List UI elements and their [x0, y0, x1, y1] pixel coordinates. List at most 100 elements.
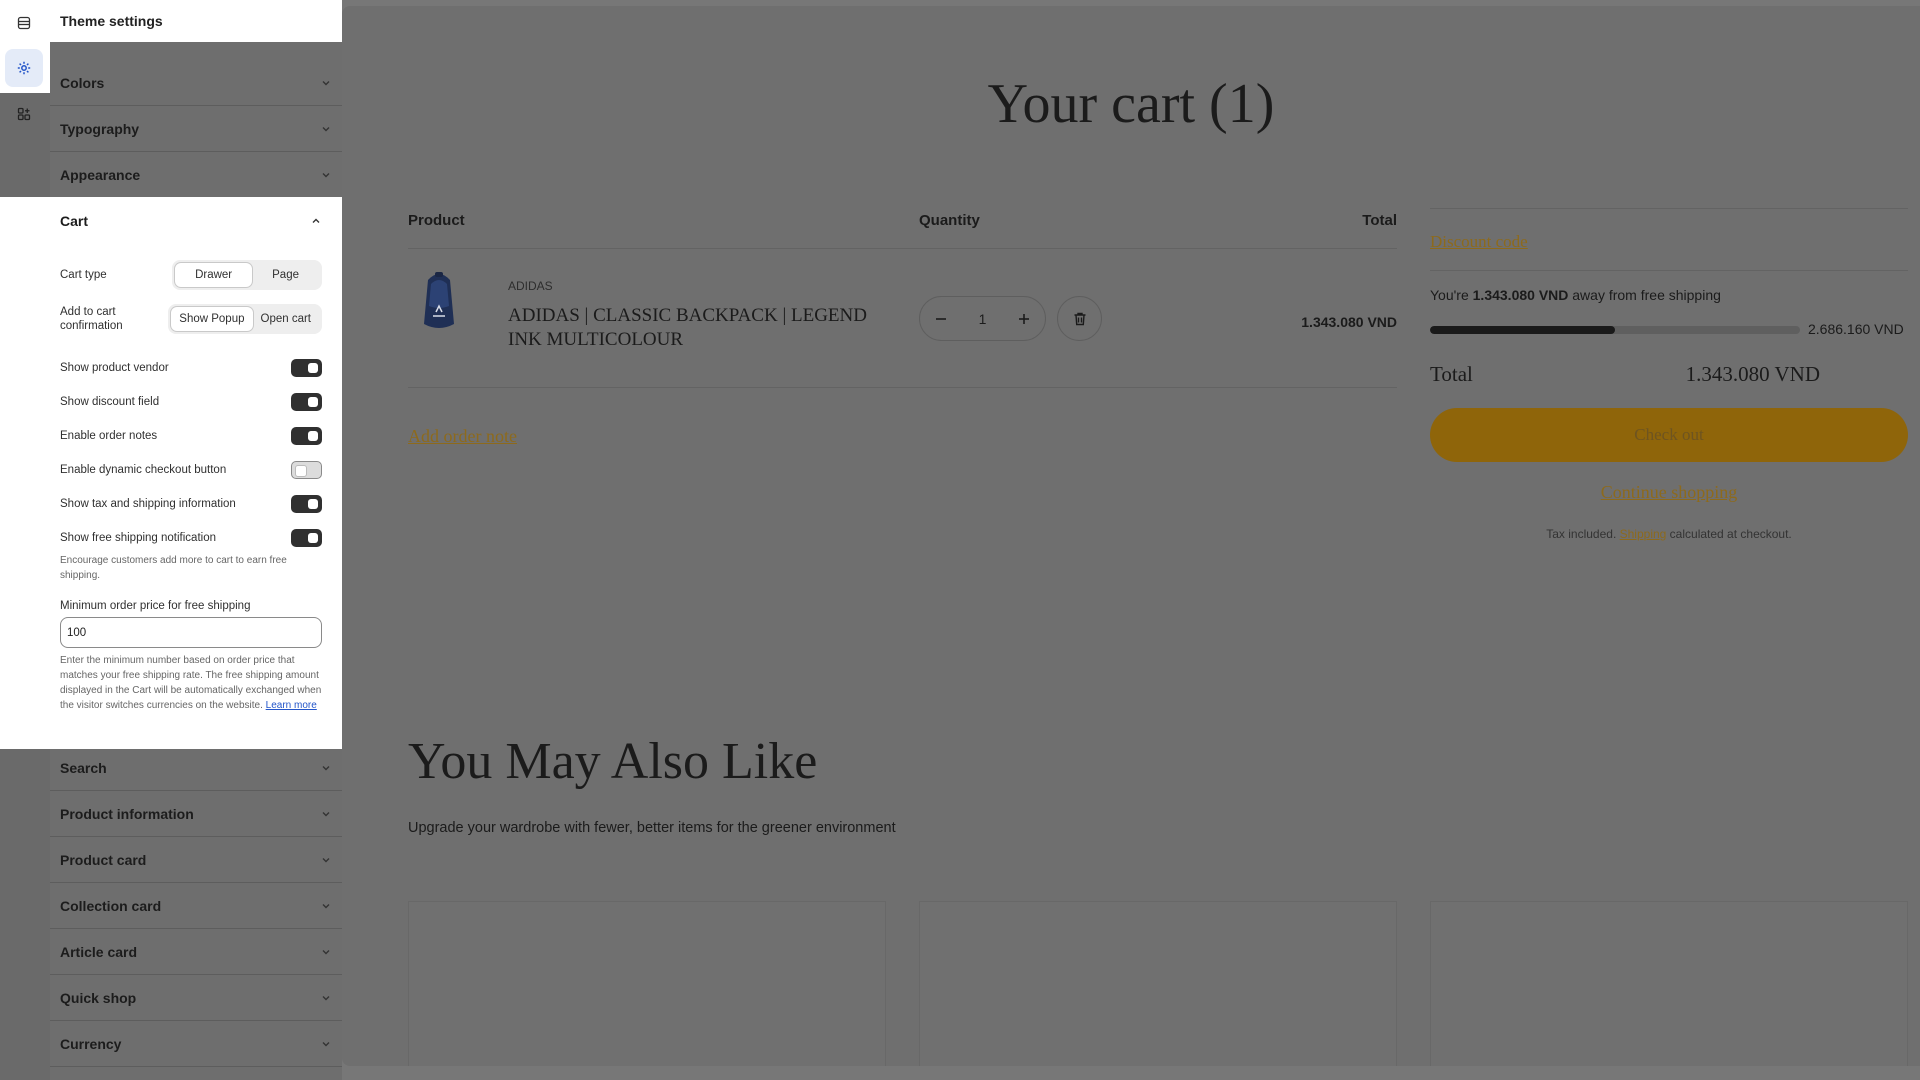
toggle-row: Show product vendor	[60, 359, 322, 377]
accordion-label: Quick shop	[60, 989, 137, 1006]
accordion-label: Currency	[60, 1035, 122, 1052]
toggle-label: Enable dynamic checkout button	[60, 464, 227, 476]
chevron-down-icon	[322, 857, 330, 862]
divider	[408, 387, 1397, 388]
quantity-column-header: Quantity	[919, 212, 980, 229]
learn-more-link[interactable]: Learn more	[266, 700, 317, 711]
toggle-row: Show free shipping notification	[60, 529, 322, 547]
show-product-vendor-toggle[interactable]	[291, 359, 322, 377]
checkout-button[interactable]: Check out	[1430, 408, 1908, 462]
tax-note: Tax included. Shipping calculated at che…	[1430, 527, 1908, 541]
free-shipping-notification-toggle[interactable]	[291, 529, 322, 547]
accordion-product-information[interactable]: Product information	[50, 791, 342, 837]
divider	[408, 248, 1397, 249]
accordion-label: Cart	[60, 213, 89, 229]
minus-icon[interactable]	[934, 312, 948, 326]
accordion-appearance[interactable]: Appearance	[50, 152, 342, 198]
product-column-header: Product	[408, 212, 465, 229]
chevron-down-icon	[322, 80, 330, 85]
chevron-down-icon	[322, 126, 330, 131]
accordion-article-card[interactable]: Article card	[50, 929, 342, 975]
total-column-header: Total	[1362, 212, 1397, 229]
product-card[interactable]	[919, 901, 1397, 1066]
product-vendor: ADIDAS	[508, 279, 553, 293]
accordion-label: Article card	[60, 943, 138, 960]
toggle-row: Enable order notes	[60, 427, 322, 445]
panel-title: Theme settings	[50, 0, 342, 42]
chevron-up-icon	[312, 218, 320, 223]
product-card[interactable]	[408, 901, 886, 1066]
accordion-currency[interactable]: Currency	[50, 1021, 342, 1067]
accordion-quick-shop[interactable]: Quick shop	[50, 975, 342, 1021]
dynamic-checkout-toggle[interactable]	[291, 461, 322, 479]
sections-icon[interactable]	[5, 4, 43, 42]
ship-amount: 1.343.080 VND	[1472, 287, 1569, 303]
plus-icon[interactable]	[1017, 312, 1031, 326]
accordion-label: Appearance	[60, 166, 141, 183]
quantity-value[interactable]: 1	[979, 311, 987, 327]
enable-order-notes-toggle[interactable]	[291, 427, 322, 445]
divider	[1430, 208, 1908, 209]
add-confirm-row: Add to cart confirmation Show Popup Open…	[60, 304, 322, 334]
total-label: Total	[1430, 362, 1473, 386]
toggle-row: Show discount field	[60, 393, 322, 411]
show-discount-field-toggle[interactable]	[291, 393, 322, 411]
progress-fill	[1430, 326, 1615, 334]
min-price-help: Enter the minimum number based on order …	[60, 653, 322, 713]
add-order-note-link[interactable]: Add order note	[408, 426, 517, 447]
theme-settings-panel: Theme settings Colors Typography Appeara…	[0, 0, 342, 1080]
cart-settings-section: Cart Cart type Drawer Page Add to cart c…	[0, 197, 342, 749]
cart-type-row: Cart type Drawer Page	[60, 260, 322, 290]
accordion-product-card[interactable]: Product card	[50, 837, 342, 883]
toggle-row: Show tax and shipping information	[60, 495, 322, 513]
chevron-down-icon	[322, 1041, 330, 1046]
quantity-stepper: 1	[919, 296, 1046, 341]
accordion-collection-card[interactable]: Collection card	[50, 883, 342, 929]
cart-type-page-option[interactable]: Page	[252, 263, 319, 287]
theme-settings-icon[interactable]	[5, 49, 43, 87]
min-price-input[interactable]: 100	[60, 617, 322, 648]
toggle-label: Show free shipping notification	[60, 532, 216, 544]
accordion-label: Collection card	[60, 897, 162, 914]
product-card[interactable]	[1430, 901, 1908, 1066]
accordion-cart[interactable]: Cart	[60, 197, 322, 245]
shipping-link[interactable]: Shipping	[1620, 527, 1667, 541]
toggle-label: Show tax and shipping information	[60, 498, 236, 510]
accordion-colors[interactable]: Colors	[50, 60, 342, 106]
cart-type-drawer-option[interactable]: Drawer	[175, 263, 253, 287]
toggle-label: Show discount field	[60, 396, 160, 408]
tax-prefix: Tax included.	[1546, 527, 1620, 541]
line-total: 1.343.080 VND	[1301, 314, 1397, 330]
page-title: Your cart (1)	[987, 73, 1275, 135]
chevron-down-icon	[322, 811, 330, 816]
show-tax-shipping-toggle[interactable]	[291, 495, 322, 513]
continue-shopping-link[interactable]: Continue shopping	[1430, 482, 1908, 503]
open-cart-option[interactable]: Open cart	[253, 307, 320, 331]
accordion-label: Product information	[60, 805, 194, 822]
product-name[interactable]: ADIDAS | CLASSIC BACKPACK | LEGEND INK M…	[508, 304, 888, 352]
free-shipping-threshold: 2.686.160 VND	[1808, 321, 1904, 337]
toggle-label: Show product vendor	[60, 362, 169, 374]
remove-item-button[interactable]	[1057, 296, 1102, 341]
divider	[1430, 270, 1908, 271]
chevron-down-icon	[322, 949, 330, 954]
chevron-down-icon	[322, 903, 330, 908]
free-shipping-progress	[1430, 326, 1800, 334]
discount-code-link[interactable]: Discount code	[1430, 232, 1528, 252]
add-confirm-segmented: Show Popup Open cart	[168, 304, 322, 334]
recommendations-title: You May Also Like	[408, 733, 818, 790]
accordion-search[interactable]: Search	[50, 745, 342, 791]
chevron-down-icon	[322, 995, 330, 1000]
ship-suffix: away from free shipping	[1568, 287, 1721, 303]
storefront-preview: Your cart (1) Product Quantity Total ADI…	[342, 6, 1920, 1066]
accordion-typography[interactable]: Typography	[50, 106, 342, 152]
toggle-label: Enable order notes	[60, 430, 158, 442]
accordion-label: Typography	[60, 120, 140, 137]
min-price-label: Minimum order price for free shipping	[60, 600, 251, 612]
free-shipping-help: Encourage customers add more to cart to …	[60, 555, 287, 581]
show-popup-option[interactable]: Show Popup	[171, 307, 253, 331]
app-embeds-icon[interactable]	[5, 95, 43, 133]
recommendations-subtitle: Upgrade your wardrobe with fewer, better…	[408, 820, 896, 836]
product-image[interactable]	[414, 266, 464, 336]
total-value: 1.343.080 VND	[1685, 362, 1820, 386]
